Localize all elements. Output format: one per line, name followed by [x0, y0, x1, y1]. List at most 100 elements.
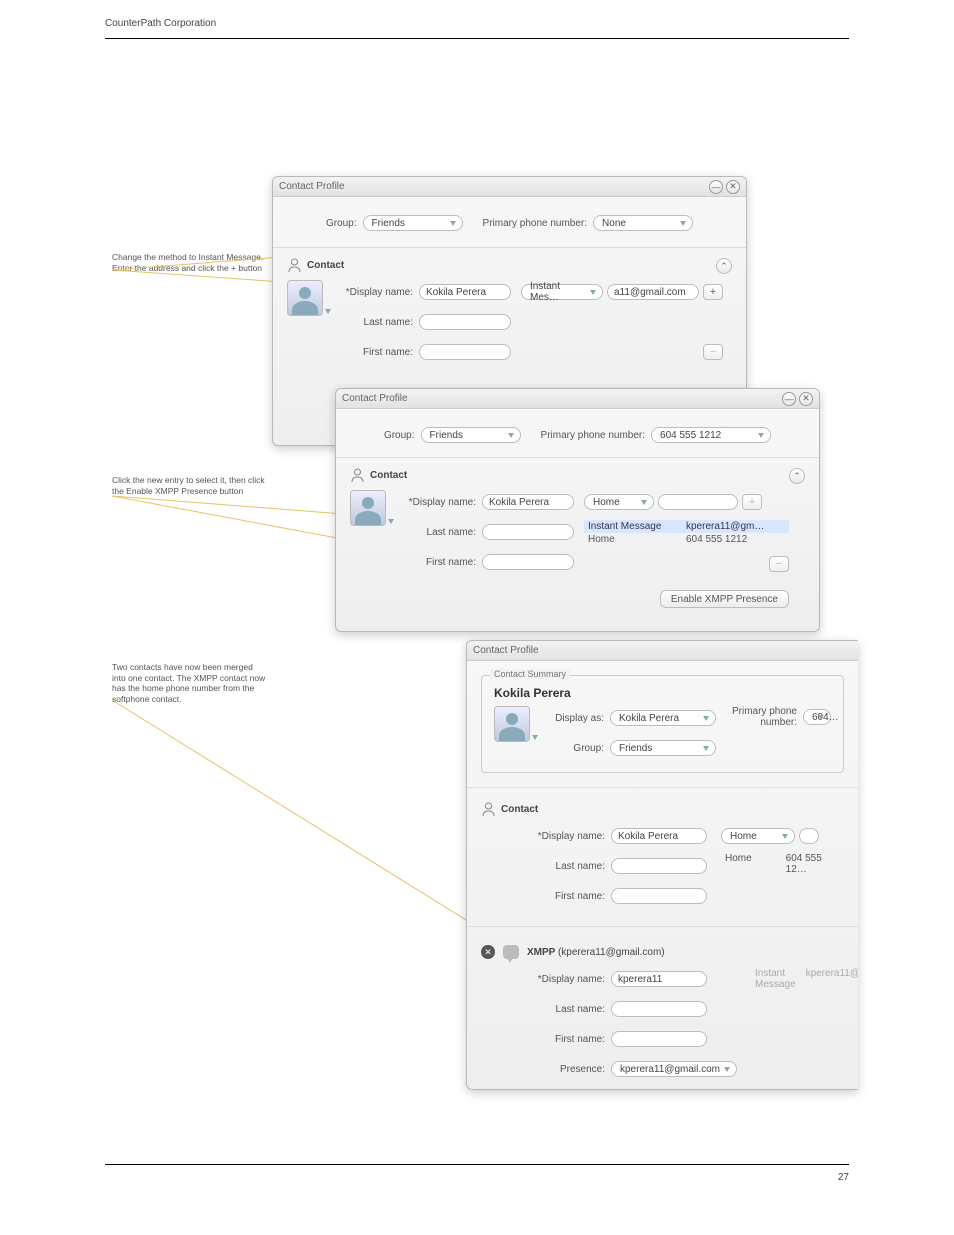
display-as-select[interactable]: Kokila Perera: [610, 710, 716, 726]
contact-section-title: Contact: [501, 804, 538, 815]
display-name-input[interactable]: Kokila Perera: [482, 494, 574, 510]
contact-method-row[interactable]: Instant Message kperera11@gm…: [584, 520, 789, 533]
avatar-menu-icon[interactable]: [532, 735, 538, 740]
last-name-input[interactable]: [419, 314, 511, 330]
contact-method-type: Home: [725, 853, 776, 875]
enable-xmpp-presence-button[interactable]: Enable XMPP Presence: [660, 590, 789, 608]
dialog-body: Contact Summary Kokila Perera Display as…: [467, 661, 858, 1090]
contact-method-value: kperera11@gm…: [686, 521, 764, 532]
contact-icon: [481, 802, 495, 816]
chat-bubble-icon: [503, 945, 519, 959]
first-name-label: First name:: [404, 557, 476, 568]
contact-profile-dialog-2: Contact Profile — ✕ Group: Friends Prima…: [335, 388, 820, 632]
group-label: Group:: [384, 430, 415, 441]
xmpp-section-title: XMPP (kperera11@gmail.com): [527, 947, 665, 958]
avatar-menu-icon[interactable]: [388, 519, 394, 524]
last-name-label: Last name:: [531, 861, 605, 872]
contact-method-value-input[interactable]: a11@gmail.com: [607, 284, 699, 300]
group-select[interactable]: Friends: [421, 427, 521, 443]
window-title: Contact Profile: [342, 393, 779, 404]
contact-section-title: Contact: [307, 260, 344, 271]
header-rule: [105, 38, 849, 39]
contact-method-type-select[interactable]: Home: [721, 828, 795, 844]
avatar[interactable]: [350, 490, 386, 526]
close-icon[interactable]: ✕: [726, 180, 740, 194]
contact-method-row[interactable]: Instant Message kperera11@…: [751, 967, 858, 991]
footer-rule: [105, 1164, 849, 1165]
group-label: Group:: [548, 743, 604, 754]
contact-method-type-select[interactable]: Home: [584, 494, 654, 510]
first-name-label: First name:: [531, 1034, 605, 1045]
annotation-1: Change the method to Instant Message. En…: [112, 252, 267, 273]
presence-select[interactable]: kperera11@gmail.com: [611, 1061, 737, 1077]
avatar[interactable]: [287, 280, 323, 316]
first-name-input[interactable]: [611, 888, 707, 904]
xmpp-display-name-input[interactable]: kperera11: [611, 971, 707, 987]
last-name-input[interactable]: [611, 858, 707, 874]
last-name-label: Last name:: [341, 317, 413, 328]
primary-phone-select[interactable]: 604…: [803, 709, 831, 725]
display-name-label: *Display name:: [531, 974, 605, 985]
last-name-input[interactable]: [482, 524, 574, 540]
display-name-input[interactable]: Kokila Perera: [419, 284, 511, 300]
collapse-button[interactable]: [789, 468, 805, 484]
collapse-button[interactable]: [716, 258, 732, 274]
dialog-body: Group: Friends Primary phone number: Non…: [273, 197, 746, 374]
contact-method-list[interactable]: Instant Message kperera11@gm… Home 604 5…: [584, 520, 789, 546]
contact-method-row[interactable]: Home 604 555 1212: [584, 533, 789, 546]
contact-method-type: Instant Message: [755, 968, 796, 990]
contact-summary-legend: Contact Summary: [490, 669, 570, 679]
xmpp-title-address: (kperera11@gmail.com): [558, 947, 665, 958]
group-select[interactable]: Friends: [610, 740, 716, 756]
xmpp-first-name-input[interactable]: [611, 1031, 707, 1047]
close-icon[interactable]: ✕: [799, 392, 813, 406]
add-button[interactable]: +: [742, 494, 762, 510]
minimize-icon[interactable]: —: [709, 180, 723, 194]
contact-icon: [287, 258, 301, 272]
contact-summary-name: Kokila Perera: [494, 686, 831, 700]
last-name-label: Last name:: [531, 1004, 605, 1015]
contact-method-value-input[interactable]: [658, 494, 738, 510]
contact-profile-dialog-3: Contact Profile Contact Summary Kokila P…: [466, 640, 858, 1090]
display-name-label: *Display name:: [341, 287, 413, 298]
remove-button[interactable]: −: [703, 344, 723, 360]
titlebar[interactable]: Contact Profile — ✕: [336, 389, 819, 409]
document-page: CounterPath Corporation 27 Change the me…: [0, 0, 954, 1235]
window-title: Contact Profile: [473, 645, 852, 656]
titlebar[interactable]: Contact Profile: [467, 641, 858, 661]
first-name-input[interactable]: [419, 344, 511, 360]
group-label: Group:: [326, 218, 357, 229]
avatar-menu-icon[interactable]: [325, 309, 331, 314]
display-name-input[interactable]: Kokila Perera: [611, 828, 707, 844]
contact-method-type: Home: [588, 534, 676, 545]
titlebar[interactable]: Contact Profile — ✕: [273, 177, 746, 197]
primary-phone-select[interactable]: None: [593, 215, 693, 231]
first-name-label: First name:: [341, 347, 413, 358]
remove-button[interactable]: −: [769, 556, 789, 572]
contact-method-value: 604 555 1212: [686, 534, 747, 545]
contact-method-value-input[interactable]: [799, 828, 819, 844]
contact-icon: [350, 468, 364, 482]
contact-method-list[interactable]: Home 604 555 12…: [721, 852, 844, 876]
primary-phone-label: Primary phone number:: [483, 218, 588, 229]
add-button[interactable]: +: [703, 284, 723, 300]
contact-section-title: Contact: [370, 470, 407, 481]
xmpp-contact-method-list[interactable]: Instant Message kperera11@…: [751, 967, 858, 991]
first-name-label: First name:: [531, 891, 605, 902]
dialog-body: Group: Friends Primary phone number: 604…: [336, 409, 819, 622]
first-name-input[interactable]: [482, 554, 574, 570]
contact-method-row[interactable]: Home 604 555 12…: [721, 852, 844, 876]
primary-phone-label: Primary phone number:: [541, 430, 646, 441]
display-as-label: Display as:: [548, 713, 604, 724]
xmpp-last-name-input[interactable]: [611, 1001, 707, 1017]
avatar[interactable]: [494, 706, 530, 742]
minimize-icon[interactable]: —: [782, 392, 796, 406]
group-select[interactable]: Friends: [363, 215, 463, 231]
annotation-3: Two contacts have now been merged into o…: [112, 662, 267, 705]
contact-method-value: kperera11@…: [806, 968, 858, 990]
remove-account-icon[interactable]: [481, 945, 495, 959]
contact-method-type: Instant Message: [588, 521, 676, 532]
primary-phone-select[interactable]: 604 555 1212: [651, 427, 771, 443]
contact-method-type-select[interactable]: Instant Mes…: [521, 284, 603, 300]
page-number: 27: [838, 1172, 849, 1183]
